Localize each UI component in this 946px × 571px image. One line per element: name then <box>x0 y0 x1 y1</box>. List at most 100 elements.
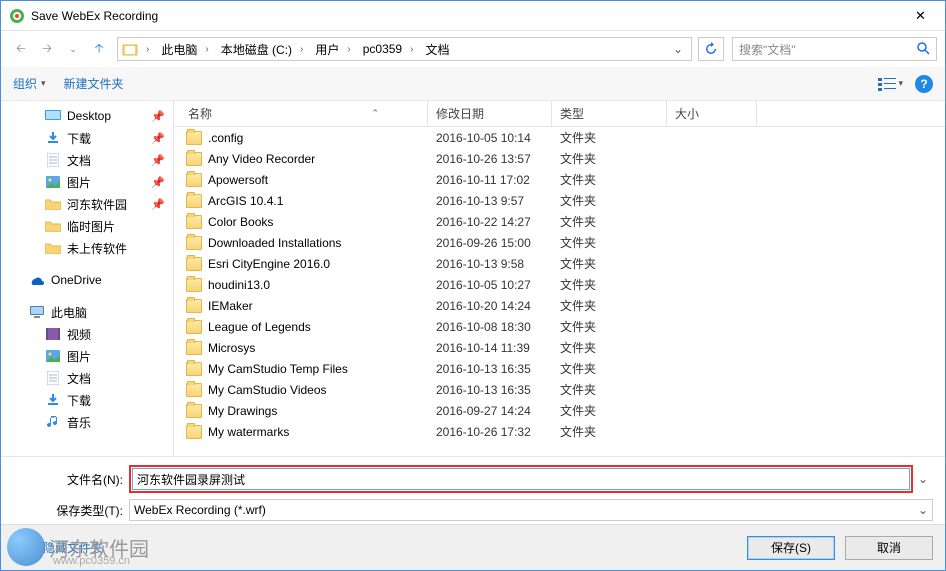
file-row[interactable]: Esri CityEngine 2016.02016-10-13 9:58文件夹 <box>174 253 945 274</box>
file-row[interactable]: Apowersoft2016-10-11 17:02文件夹 <box>174 169 945 190</box>
filename-dropdown-icon[interactable]: ⌄ <box>913 472 933 486</box>
sidebar-item[interactable]: 图片📌 <box>1 171 173 193</box>
footer: 隐藏文件夹 保存(S) 取消 <box>1 524 945 570</box>
column-header-name[interactable]: 名称⌃ <box>174 101 428 126</box>
main-area: Desktop📌下载📌文档📌图片📌河东软件园📌临时图片未上传软件 OneDriv… <box>1 101 945 456</box>
folder-icon <box>186 341 202 355</box>
breadcrumb-item[interactable]: 本地磁盘 (C:)› <box>215 38 310 60</box>
folder-icon <box>186 215 202 229</box>
pin-icon: 📌 <box>151 176 165 189</box>
save-button[interactable]: 保存(S) <box>747 536 835 560</box>
folder-icon <box>186 278 202 292</box>
hide-folders-link[interactable]: 隐藏文件夹 <box>43 539 103 556</box>
folder-icon <box>186 299 202 313</box>
pc-icon <box>29 304 45 320</box>
desktop-icon <box>45 108 61 124</box>
organize-button[interactable]: 组织 <box>13 75 46 92</box>
sidebar-item[interactable]: 文档 <box>1 367 173 389</box>
filename-label: 文件名(N): <box>13 471 129 488</box>
sidebar-item-onedrive[interactable]: OneDrive <box>1 269 173 291</box>
view-mode-button[interactable]: ▾ <box>878 77 903 91</box>
file-row[interactable]: Downloaded Installations2016-09-26 15:00… <box>174 232 945 253</box>
view-list-icon <box>878 77 896 91</box>
nav-forward-button: 🡢 <box>35 37 59 61</box>
cancel-button[interactable]: 取消 <box>845 536 933 560</box>
file-row[interactable]: My watermarks2016-10-26 17:32文件夹 <box>174 421 945 442</box>
file-row[interactable]: ArcGIS 10.4.12016-10-13 9:57文件夹 <box>174 190 945 211</box>
sidebar-item-thispc[interactable]: 此电脑 <box>1 301 173 323</box>
pin-icon: 📌 <box>151 132 165 145</box>
help-button[interactable]: ? <box>915 75 933 93</box>
breadcrumb-item[interactable]: pc0359› <box>357 38 420 60</box>
column-header-row: 名称⌃ 修改日期 类型 大小 <box>174 101 945 127</box>
filename-input[interactable] <box>132 468 910 490</box>
sidebar-item[interactable]: 图片 <box>1 345 173 367</box>
folder-icon <box>45 240 61 256</box>
filetype-select[interactable]: WebEx Recording (*.wrf) <box>129 499 933 521</box>
window-title: Save WebEx Recording <box>31 9 898 23</box>
column-header-date[interactable]: 修改日期 <box>428 101 552 126</box>
search-placeholder: 搜索"文档" <box>739 41 796 58</box>
dl-icon <box>45 130 61 146</box>
pin-icon: 📌 <box>151 110 165 123</box>
folder-icon <box>45 196 61 212</box>
app-icon <box>9 8 25 24</box>
file-row[interactable]: Microsys2016-10-14 11:39文件夹 <box>174 337 945 358</box>
nav-back-button[interactable]: 🡠 <box>9 37 33 61</box>
sidebar-item[interactable]: 下载 <box>1 389 173 411</box>
file-row[interactable]: My CamStudio Temp Files2016-10-13 16:35文… <box>174 358 945 379</box>
pin-icon: 📌 <box>151 154 165 167</box>
video-icon <box>45 326 61 342</box>
search-input[interactable]: 搜索"文档" <box>732 37 937 61</box>
file-row[interactable]: IEMaker2016-10-20 14:24文件夹 <box>174 295 945 316</box>
doc-icon <box>45 370 61 386</box>
breadcrumb-root[interactable]: › <box>140 38 155 60</box>
sidebar-item[interactable]: Desktop📌 <box>1 105 173 127</box>
path-dropdown-icon[interactable]: ⌄ <box>667 42 689 56</box>
folder-icon <box>186 152 202 166</box>
toolbar: 组织 新建文件夹 ▾ ? <box>1 67 945 101</box>
folder-icon <box>186 383 202 397</box>
pin-icon: 📌 <box>151 198 165 211</box>
sort-arrow-icon: ⌃ <box>371 108 379 119</box>
folder-icon <box>186 404 202 418</box>
sidebar: Desktop📌下载📌文档📌图片📌河东软件园📌临时图片未上传软件 OneDriv… <box>1 101 174 456</box>
nav-up-button[interactable]: 🡡 <box>87 37 111 61</box>
doc-icon <box>45 152 61 168</box>
nav-recent-button[interactable]: ⌄ <box>61 37 85 61</box>
folder-icon <box>186 131 202 145</box>
file-row[interactable]: My Drawings2016-09-27 14:24文件夹 <box>174 400 945 421</box>
sidebar-item[interactable]: 视频 <box>1 323 173 345</box>
file-row[interactable]: League of Legends2016-10-08 18:30文件夹 <box>174 316 945 337</box>
new-folder-button[interactable]: 新建文件夹 <box>64 75 124 92</box>
file-row[interactable]: houdini13.02016-10-05 10:27文件夹 <box>174 274 945 295</box>
folder-icon <box>186 362 202 376</box>
sidebar-item[interactable]: 河东软件园📌 <box>1 193 173 215</box>
column-header-type[interactable]: 类型 <box>552 101 667 126</box>
file-rows-container: .config2016-10-05 10:14文件夹Any Video Reco… <box>174 127 945 455</box>
file-row[interactable]: My CamStudio Videos2016-10-13 16:35文件夹 <box>174 379 945 400</box>
sidebar-item[interactable]: 下载📌 <box>1 127 173 149</box>
close-button[interactable]: ✕ <box>898 2 943 30</box>
file-row[interactable]: Color Books2016-10-22 14:27文件夹 <box>174 211 945 232</box>
sidebar-item[interactable]: 临时图片 <box>1 215 173 237</box>
music-icon <box>45 414 61 430</box>
file-row[interactable]: Any Video Recorder2016-10-26 13:57文件夹 <box>174 148 945 169</box>
breadcrumb-item[interactable]: 此电脑› <box>155 38 214 60</box>
sidebar-item[interactable]: 音乐 <box>1 411 173 433</box>
sidebar-item[interactable]: 未上传软件 <box>1 237 173 259</box>
breadcrumb-item[interactable]: 文档 <box>419 38 455 60</box>
column-header-size[interactable]: 大小 <box>667 101 757 126</box>
file-row[interactable]: .config2016-10-05 10:14文件夹 <box>174 127 945 148</box>
folder-icon <box>186 257 202 271</box>
pic-icon <box>45 174 61 190</box>
sidebar-item[interactable]: 文档📌 <box>1 149 173 171</box>
nav-row: 🡠 🡢 ⌄ 🡡 › 此电脑› 本地磁盘 (C:)› 用户› pc0359› 文档… <box>1 31 945 67</box>
dl-icon <box>45 392 61 408</box>
folder-icon <box>45 218 61 234</box>
breadcrumb-item[interactable]: 用户› <box>309 38 356 60</box>
folder-icon <box>186 236 202 250</box>
filetype-label: 保存类型(T): <box>13 502 129 519</box>
refresh-button[interactable] <box>698 37 724 61</box>
address-bar[interactable]: › 此电脑› 本地磁盘 (C:)› 用户› pc0359› 文档 ⌄ <box>117 37 692 61</box>
